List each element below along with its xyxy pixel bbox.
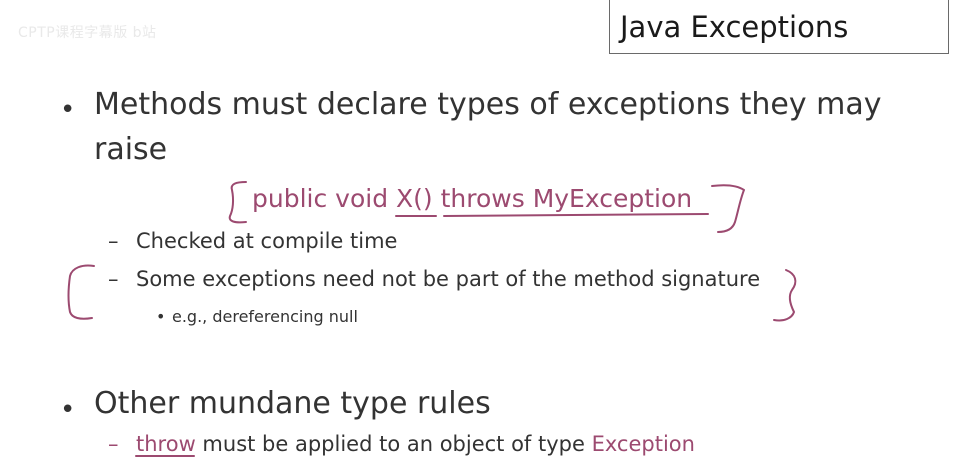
dash-icon: –: [108, 229, 119, 253]
keyword-throw: throw: [136, 432, 196, 456]
bullet-1-text-continuation: raise: [94, 132, 168, 167]
ink-underline-throws: [443, 213, 709, 217]
bullet-icon: •: [60, 395, 76, 425]
sub-sub-bullet-example: • e.g., dereferencing null: [156, 307, 358, 326]
sub-bullet-throw: – throw must be applied to an object of t…: [108, 432, 695, 456]
ink-bracket-right-code: [711, 184, 745, 233]
sub-bullet-checked: – Checked at compile time: [108, 229, 397, 253]
keyword-exception: Exception: [591, 432, 695, 456]
bullet-icon: •: [60, 95, 76, 125]
sub-bullet-some-exceptions-text: Some exceptions need not be part of the …: [136, 267, 761, 291]
watermark: CPTP课程字幕版 b站: [18, 25, 157, 41]
sub-bullet-throw-text: must be applied to an object of type: [195, 432, 592, 456]
dash-icon: –: [108, 267, 119, 291]
ink-bracket-right-sub: [773, 269, 797, 322]
slide-title: Java Exceptions: [620, 9, 849, 44]
sub-bullet-checked-text: Checked at compile time: [136, 229, 398, 253]
ink-bracket-left-sub: [67, 264, 95, 320]
slide-title-box: Java Exceptions: [609, 0, 949, 54]
bullet-icon: •: [156, 307, 166, 326]
dash-icon: –: [108, 432, 119, 456]
code-example: public void X() throws MyException: [252, 184, 693, 213]
bullet-1-text: Methods must declare types of exceptions…: [94, 87, 882, 122]
bullet-2-text: Other mundane type rules: [94, 386, 491, 421]
ink-bracket-left-code: [228, 181, 247, 224]
sub-bullet-some-exceptions: – Some exceptions need not be part of the…: [108, 267, 760, 291]
sub-sub-bullet-example-text: e.g., dereferencing null: [172, 307, 358, 326]
